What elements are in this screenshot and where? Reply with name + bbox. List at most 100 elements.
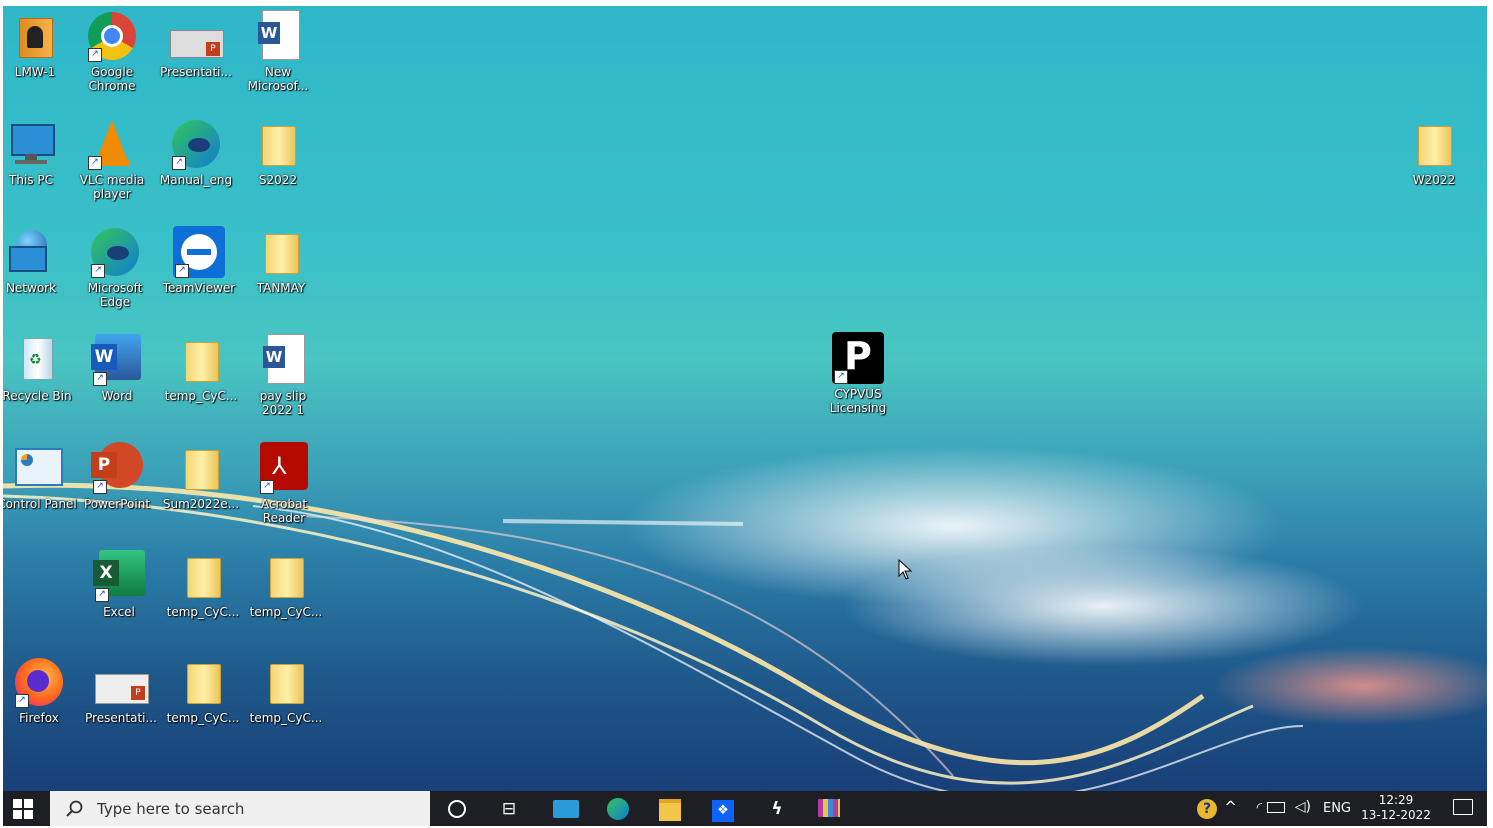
desktop-icon-label: Acrobat Reader <box>260 497 308 525</box>
desktop-icon-temp-cyc-5[interactable]: temp_CyC... <box>246 656 326 725</box>
desktop-icon-tanmay[interactable]: TANMAY <box>241 226 321 295</box>
edge-icon: ↗ <box>170 118 222 170</box>
word-file-icon: W <box>252 10 304 62</box>
desktop-icon-label: New Microsof... <box>247 65 309 93</box>
desktop-icon-microsoft-edge[interactable]: ↗ Microsoft Edge <box>75 226 155 309</box>
app-s-icon: ϟ <box>771 799 783 819</box>
user-folder-icon <box>9 10 61 62</box>
clock[interactable]: 12:29 13-12-2022 <box>1361 793 1431 823</box>
desktop-icon-label: Google Chrome <box>88 65 136 93</box>
desktop-icon-manual-eng[interactable]: ↗ Manual_eng <box>156 118 236 187</box>
desktop-icon-temp-cyc-3[interactable]: temp_CyC... <box>246 550 326 619</box>
taskbar-app-s-button[interactable]: ϟ <box>765 797 789 821</box>
desktop-icon-s2022[interactable]: S2022 <box>238 118 318 187</box>
desktop-icon-recycle-bin[interactable]: ♻ Recycle Bin <box>3 334 77 403</box>
desktop-icon-new-microsoft-word[interactable]: W New Microsof... <box>238 10 318 93</box>
desktop-icon-teamviewer[interactable]: ↗ TeamViewer <box>159 226 239 295</box>
powerpoint-icon: P ↗ <box>91 442 143 494</box>
desktop-icon-presentation-2[interactable]: P Presentati... <box>81 656 161 725</box>
desktop-icon-label: Recycle Bin <box>3 389 72 403</box>
taskbar-edge-button[interactable] <box>606 797 630 821</box>
mouse-cursor-icon <box>898 559 913 580</box>
taskbar: Type here to search ⊟ ❖ ϟ ? ^ ◜ ◁) ENG 1… <box>3 791 1487 826</box>
desktop-icon-label: temp_CyC... <box>166 605 240 619</box>
taskbar-mail-button[interactable] <box>552 797 580 821</box>
clock-time: 12:29 <box>1378 793 1414 807</box>
pptx-file-icon: P <box>170 10 224 62</box>
winrar-icon <box>818 799 840 817</box>
desktop-icon-label: Word <box>101 389 133 403</box>
start-button[interactable] <box>13 799 33 819</box>
desktop-icon-temp-cyc-4[interactable]: temp_CyC... <box>163 656 243 725</box>
desktop-icon-powerpoint[interactable]: P ↗ PowerPoint <box>77 442 157 511</box>
desktop-icon-label: CYPVUS Licensing <box>829 387 887 415</box>
folder-icon <box>175 442 227 494</box>
desktop-icon-label: Sum2022e... <box>162 497 240 511</box>
desktop-icon-temp-cyc-1[interactable]: temp_CyC... <box>161 334 241 403</box>
cypvus-icon: P ↗ <box>832 332 884 384</box>
desktop-icon-temp-cyc-2[interactable]: temp_CyC... <box>163 550 243 619</box>
desktop-icon-label: Excel <box>103 605 135 619</box>
input-language[interactable]: ENG <box>1323 801 1351 816</box>
network-icon <box>5 226 57 278</box>
taskbar-search-box[interactable]: Type here to search <box>50 791 430 826</box>
notification-center-icon[interactable] <box>1453 799 1473 815</box>
taskbar-winrar-button[interactable] <box>817 797 841 821</box>
desktop-icon-control-panel[interactable]: Control Panel <box>3 442 77 511</box>
file-explorer-icon <box>659 799 681 821</box>
task-view-button[interactable]: ⊟ <box>497 797 521 821</box>
computer-icon <box>5 118 57 170</box>
desktop-icon-excel[interactable]: X ↗ Excel <box>79 550 159 619</box>
desktop-icon-label: PowerPoint <box>83 497 151 511</box>
desktop-icon-label: W2022 <box>1412 173 1456 187</box>
desktop-icon-presentation-1[interactable]: P Presentati... <box>156 10 236 79</box>
pptx-file-icon: P <box>95 656 149 708</box>
cortana-icon <box>448 800 466 818</box>
desktop-icon-word[interactable]: W ↗ Word <box>77 334 157 403</box>
dropbox-icon: ❖ <box>712 800 734 822</box>
desktop-icon-label: Network <box>5 281 57 295</box>
desktop-icon-label: VLC media player <box>79 173 145 201</box>
folder-icon <box>175 334 227 386</box>
folder-icon <box>260 656 312 708</box>
desktop-icon-label: Firefox <box>19 711 59 725</box>
wifi-icon[interactable]: ◜ <box>1257 800 1262 816</box>
desktop-icon-pay-slip[interactable]: W pay slip 2022 1 <box>243 334 323 417</box>
cortana-button[interactable] <box>445 797 469 821</box>
edge-icon <box>607 798 629 820</box>
taskbar-file-explorer-button[interactable] <box>658 797 682 821</box>
desktop-icon-label: Presentati... <box>85 711 157 725</box>
desktop-icon-google-chrome[interactable]: ↗ Google Chrome <box>72 10 152 93</box>
desktop-icon-label: LMW-1 <box>14 65 56 79</box>
desktop-icon-cypvus-licensing[interactable]: P ↗ CYPVUS Licensing <box>818 332 898 415</box>
desktop-icon-label: temp_CyC... <box>164 389 238 403</box>
task-view-icon: ⊟ <box>501 799 517 819</box>
desktop-icon-sum2022e[interactable]: Sum2022e... <box>161 442 241 511</box>
desktop-icon-label: Microsoft Edge <box>87 281 143 309</box>
desktop-icon-network[interactable]: Network <box>3 226 71 295</box>
desktop-icon-w2022[interactable]: W2022 <box>1394 118 1474 187</box>
desktop-icon-vlc[interactable]: ↗ VLC media player <box>72 118 152 201</box>
volume-icon[interactable]: ◁) <box>1295 799 1311 815</box>
desktop-icon-acrobat-reader[interactable]: ⅄ ↗ Acrobat Reader <box>244 442 324 525</box>
control-panel-icon <box>11 442 63 494</box>
desktop-icon-label: Control Panel <box>3 497 77 511</box>
desktop-icon-firefox[interactable]: ↗ Firefox <box>3 656 79 725</box>
folder-icon <box>1408 118 1460 170</box>
taskbar-dropbox-button[interactable]: ❖ <box>711 797 735 822</box>
desktop-icon-label: TANMAY <box>256 281 306 295</box>
help-icon[interactable]: ? <box>1197 799 1217 819</box>
desktop-icon-label: temp_CyC... <box>166 711 240 725</box>
desktop-icon-label: TeamViewer <box>162 281 236 295</box>
desktop[interactable]: LMW-1 ↗ Google Chrome P Presentati... W … <box>3 6 1487 791</box>
acrobat-icon: ⅄ ↗ <box>258 442 310 494</box>
teamviewer-icon: ↗ <box>173 226 225 278</box>
desktop-icon-lmw-1[interactable]: LMW-1 <box>3 10 75 79</box>
battery-icon[interactable] <box>1267 802 1285 813</box>
chevron-up-icon[interactable]: ^ <box>1224 798 1237 816</box>
desktop-icon-label: Presentati... <box>160 65 232 79</box>
desktop-icon-this-pc[interactable]: This PC <box>3 118 71 187</box>
vlc-icon: ↗ <box>86 118 138 170</box>
folder-icon <box>255 226 307 278</box>
folder-icon <box>252 118 304 170</box>
